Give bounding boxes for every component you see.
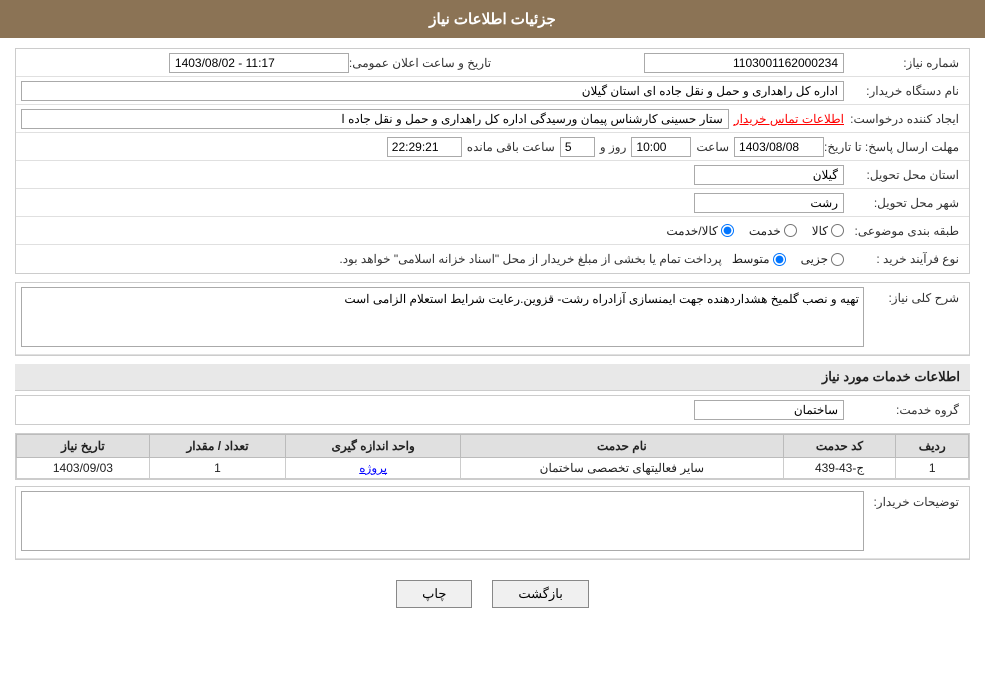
page-header: جزئیات اطلاعات نیاز (0, 0, 985, 38)
category-kala-khedmat-label: کالا/خدمت (666, 224, 717, 238)
buttons-row: بازگشت چاپ (15, 568, 970, 620)
buyer-desc-section: توضیحات خریدار: (15, 486, 970, 560)
purchase-motavasset-label: متوسط (732, 252, 770, 266)
row-category: طبقه بندی موضوعی: کالا خدمت کالا/خدمت (16, 217, 969, 245)
category-khedmat-radio[interactable] (784, 224, 797, 237)
need-number-label: شماره نیاز: (844, 56, 964, 70)
th-unit: واحد اندازه گیری (286, 435, 461, 458)
reply-days-label: روز و (600, 140, 627, 154)
reply-date-input[interactable] (734, 137, 824, 157)
description-row: شرح کلی نیاز: (16, 283, 969, 355)
reply-days-input[interactable] (560, 137, 595, 157)
service-group-section: گروه خدمت: (15, 395, 970, 425)
need-number-input[interactable] (644, 53, 844, 73)
services-table-wrapper: ردیف کد حدمت نام حدمت واحد اندازه گیری ت… (15, 433, 970, 480)
reply-deadline-label: مهلت ارسال پاسخ: تا تاریخ: (824, 140, 964, 154)
services-section-title: اطلاعات خدمات مورد نیاز (15, 364, 970, 391)
purchase-type-label: نوع فرآیند خرید : (844, 252, 964, 266)
th-date: تاریخ نیاز (17, 435, 150, 458)
cell-row: 1 (896, 458, 969, 479)
th-code: کد حدمت (783, 435, 896, 458)
content-area: شماره نیاز: تاریخ و ساعت اعلان عمومی: نا… (0, 38, 985, 630)
buyer-desc-label: توضیحات خریدار: (864, 491, 964, 509)
purchase-jozyi-radio[interactable] (831, 253, 844, 266)
cell-unit[interactable]: پروژه (286, 458, 461, 479)
description-section: شرح کلی نیاز: (15, 282, 970, 356)
th-name: نام حدمت (461, 435, 783, 458)
reply-remaining-label: ساعت باقی مانده (467, 140, 555, 154)
purchase-jozyi-label: جزیی (801, 252, 828, 266)
category-kala-khedmat-radio[interactable] (721, 224, 734, 237)
category-kala-radio[interactable] (831, 224, 844, 237)
back-button[interactable]: بازگشت (492, 580, 588, 608)
row-buyer-name: نام دستگاه خریدار: (16, 77, 969, 105)
purchase-jozyi-option[interactable]: جزیی (801, 252, 844, 266)
row-service-group: گروه خدمت: (16, 396, 969, 424)
reply-remaining-input[interactable] (387, 137, 462, 157)
city-input[interactable] (694, 193, 844, 213)
row-creator: ایجاد کننده درخواست: اطلاعات تماس خریدار (16, 105, 969, 133)
category-label: طبقه بندی موضوعی: (844, 224, 964, 238)
creator-contact-link[interactable]: اطلاعات تماس خریدار (734, 112, 844, 126)
cell-name: سایر فعالیتهای تخصصی ساختمان (461, 458, 783, 479)
main-form-section: شماره نیاز: تاریخ و ساعت اعلان عمومی: نا… (15, 48, 970, 274)
category-khedmat-label: خدمت (749, 224, 781, 238)
creator-label: ایجاد کننده درخواست: (844, 112, 964, 126)
purchase-motavasset-radio[interactable] (773, 253, 786, 266)
category-kala-khedmat-option[interactable]: کالا/خدمت (666, 224, 733, 238)
page-wrapper: جزئیات اطلاعات نیاز شماره نیاز: تاریخ و … (0, 0, 985, 691)
row-city: شهر محل تحویل: (16, 189, 969, 217)
province-input[interactable] (694, 165, 844, 185)
buyer-name-input[interactable] (21, 81, 844, 101)
cell-code: ج-43-439 (783, 458, 896, 479)
description-label: شرح کلی نیاز: (864, 287, 964, 305)
description-textarea[interactable] (21, 287, 864, 347)
city-label: شهر محل تحویل: (844, 196, 964, 210)
table-header-row: ردیف کد حدمت نام حدمت واحد اندازه گیری ت… (17, 435, 969, 458)
row-province: استان محل تحویل: (16, 161, 969, 189)
cell-date: 1403/09/03 (17, 458, 150, 479)
category-khedmat-option[interactable]: خدمت (749, 224, 797, 238)
province-label: استان محل تحویل: (844, 168, 964, 182)
cell-qty: 1 (149, 458, 285, 479)
table-row: 1 ج-43-439 سایر فعالیتهای تخصصی ساختمان … (17, 458, 969, 479)
th-qty: تعداد / مقدار (149, 435, 285, 458)
announce-datetime-input[interactable] (169, 53, 349, 73)
row-reply-deadline: مهلت ارسال پاسخ: تا تاریخ: ساعت روز و سا… (16, 133, 969, 161)
row-need-number: شماره نیاز: تاریخ و ساعت اعلان عمومی: (16, 49, 969, 77)
creator-input[interactable] (21, 109, 729, 129)
row-purchase-type: نوع فرآیند خرید : جزیی متوسط پرداخت تمام… (16, 245, 969, 273)
reply-time-input[interactable] (631, 137, 691, 157)
category-kala-option[interactable]: کالا (812, 224, 844, 238)
reply-time-label: ساعت (696, 140, 729, 154)
service-group-label: گروه خدمت: (844, 403, 964, 417)
announce-datetime-label: تاریخ و ساعت اعلان عمومی: (349, 56, 496, 70)
purchase-notice: پرداخت تمام یا بخشی از مبلغ خریدار از مح… (339, 252, 722, 266)
purchase-motavasset-option[interactable]: متوسط (732, 252, 786, 266)
print-button[interactable]: چاپ (396, 580, 472, 608)
service-group-input[interactable] (694, 400, 844, 420)
th-row: ردیف (896, 435, 969, 458)
category-kala-label: کالا (812, 224, 828, 238)
buyer-desc-row: توضیحات خریدار: (16, 487, 969, 559)
buyer-desc-textarea[interactable] (21, 491, 864, 551)
services-table: ردیف کد حدمت نام حدمت واحد اندازه گیری ت… (16, 434, 969, 479)
buyer-name-label: نام دستگاه خریدار: (844, 84, 964, 98)
page-title: جزئیات اطلاعات نیاز (429, 11, 556, 28)
